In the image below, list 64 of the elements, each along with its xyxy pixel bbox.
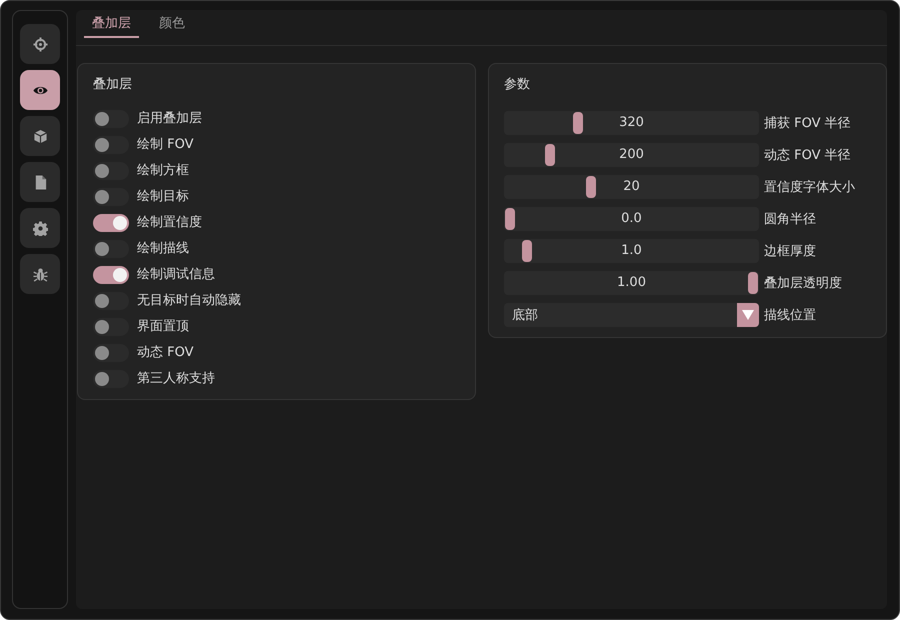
gear-nav-button[interactable] — [20, 208, 60, 248]
dropdown-label: 描线位置 — [764, 307, 816, 324]
toggle-switch[interactable] — [93, 110, 129, 128]
toggle-label: 界面置顶 — [137, 318, 189, 336]
toggle-switch[interactable] — [93, 344, 129, 362]
eye-nav-button[interactable] — [20, 70, 60, 110]
slider-thumb[interactable] — [573, 112, 584, 134]
slider-track[interactable]: 20 — [504, 175, 759, 199]
slider-label: 圆角半径 — [764, 211, 816, 228]
slider-track[interactable]: 320 — [504, 111, 759, 135]
slider-track[interactable]: 1.0 — [504, 239, 759, 263]
slider-label: 捕获 FOV 半径 — [764, 115, 851, 132]
slider-value: 0.0 — [621, 210, 642, 228]
toggle-switch[interactable] — [93, 266, 129, 284]
slider-value: 1.00 — [617, 274, 646, 292]
toggle-label: 动态 FOV — [137, 344, 194, 362]
toggle-label: 绘制目标 — [137, 188, 189, 206]
slider-value: 20 — [623, 178, 640, 196]
slider-thumb[interactable] — [545, 144, 556, 166]
cube-icon — [32, 128, 48, 144]
toggle-switch[interactable] — [93, 318, 129, 336]
slider-label: 置信度字体大小 — [764, 179, 855, 196]
bug-icon — [32, 266, 48, 282]
toggle-label: 无目标时自动隐藏 — [137, 292, 241, 310]
toggle-switch[interactable] — [93, 188, 129, 206]
tab[interactable]: 颜色 — [151, 11, 193, 38]
slider-track[interactable]: 200 — [504, 143, 759, 167]
slider-thumb[interactable] — [505, 208, 515, 230]
toggle-switch[interactable] — [93, 162, 129, 180]
dropdown-arrow-button[interactable] — [737, 303, 759, 327]
card-title: 参数 — [504, 77, 531, 93]
cube-nav-button[interactable] — [20, 116, 60, 156]
position-dropdown[interactable]: 底部 — [504, 303, 759, 327]
toggle-label: 第三人称支持 — [137, 370, 215, 388]
toggle-switch[interactable] — [93, 240, 129, 258]
slider-label: 动态 FOV 半径 — [764, 147, 851, 164]
slider-label: 边框厚度 — [764, 243, 816, 260]
toggle-switch[interactable] — [93, 370, 129, 388]
slider-value: 320 — [619, 114, 644, 132]
slider-track[interactable]: 0.0 — [504, 207, 759, 231]
toggle-label: 绘制置信度 — [137, 214, 202, 232]
slider-thumb[interactable] — [748, 272, 758, 294]
slider-thumb[interactable] — [586, 176, 596, 198]
slider-track[interactable]: 1.00 — [504, 271, 759, 295]
toggle-switch[interactable] — [93, 136, 129, 154]
toggle-switch[interactable] — [93, 214, 129, 232]
document-nav-button[interactable] — [20, 162, 60, 202]
slider-label: 叠加层透明度 — [764, 275, 842, 292]
slider-thumb[interactable] — [522, 240, 532, 262]
toggle-label: 绘制描线 — [137, 240, 189, 258]
card-title: 叠加层 — [93, 77, 133, 93]
toggle-label: 绘制 FOV — [137, 136, 194, 154]
bug-nav-button[interactable] — [20, 254, 60, 294]
toggle-label: 绘制方框 — [137, 162, 189, 180]
tab[interactable]: 叠加层 — [84, 11, 139, 38]
toggle-label: 绘制调试信息 — [137, 266, 215, 284]
crosshair-icon — [32, 36, 48, 52]
crosshair-nav-button[interactable] — [20, 24, 60, 64]
gear-icon — [32, 220, 48, 236]
slider-value: 200 — [619, 146, 644, 164]
slider-value: 1.0 — [621, 242, 642, 260]
caret-icon — [742, 310, 754, 320]
toggle-label: 启用叠加层 — [137, 110, 202, 128]
toggle-switch[interactable] — [93, 292, 129, 310]
